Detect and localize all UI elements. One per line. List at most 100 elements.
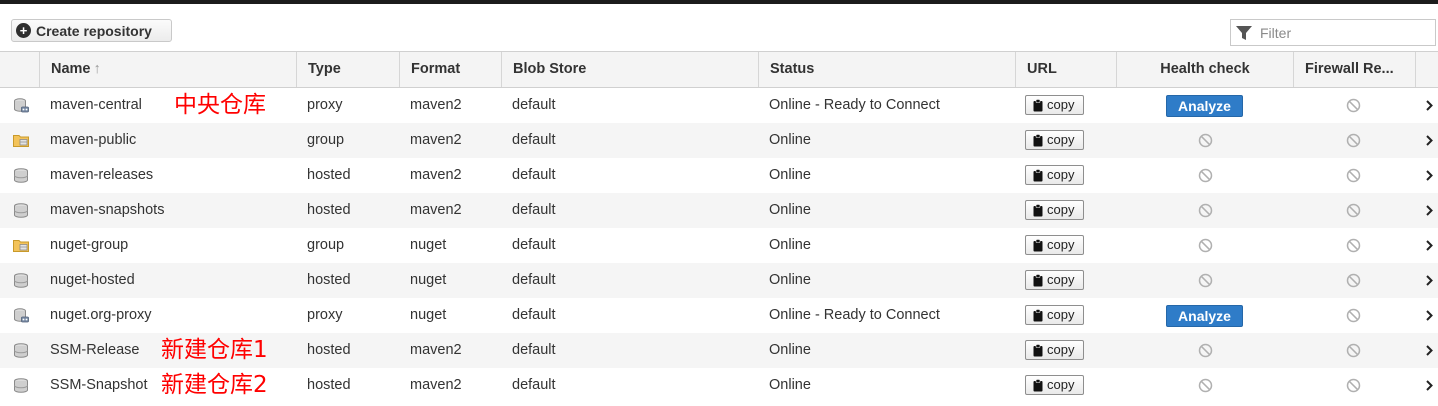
clipboard-icon	[1033, 378, 1047, 392]
header-url[interactable]: URL	[1015, 52, 1116, 87]
analyze-button[interactable]: Analyze	[1166, 95, 1243, 117]
table-row[interactable]: maven-releases hosted maven2 default Online c…	[0, 158, 1438, 193]
header-firewall[interactable]: Firewall Re...	[1293, 52, 1415, 87]
clipboard-icon	[1033, 98, 1047, 112]
chevron-right-icon[interactable]	[1424, 379, 1434, 392]
repo-status: Online	[769, 377, 811, 393]
table-row[interactable]: maven-central 中央仓库 proxy maven2 default Onlin…	[0, 88, 1438, 123]
repository-grid: Name ↑ Type Format Blob Store Status URL …	[0, 51, 1438, 403]
repo-type: proxy	[307, 307, 343, 323]
firewall-disabled-icon	[1346, 343, 1361, 358]
grid-body: maven-central 中央仓库 proxy maven2 default Onlin…	[0, 88, 1438, 403]
header-health-check[interactable]: Health check	[1116, 52, 1293, 87]
repo-blob-store: default	[512, 377, 556, 393]
copy-label: copy	[1047, 132, 1075, 147]
repo-format: nuget	[410, 307, 447, 323]
repo-blob-store: default	[512, 97, 556, 113]
repo-name: maven-central	[50, 97, 142, 113]
hosted-repo-icon	[13, 273, 29, 288]
group-repo-icon	[13, 133, 29, 148]
annotation-label: 新建仓库1	[161, 337, 268, 363]
repo-format: maven2	[410, 132, 462, 148]
repo-type: group	[307, 237, 345, 253]
firewall-disabled-icon	[1346, 203, 1361, 218]
create-repository-button[interactable]: + Create repository	[11, 19, 172, 42]
toolbar: + Create repository	[0, 4, 1438, 51]
copy-label: copy	[1047, 237, 1075, 252]
sort-ascending-icon: ↑	[93, 61, 101, 77]
clipboard-icon	[1033, 238, 1047, 252]
repo-status: Online	[769, 237, 811, 253]
table-row[interactable]: nuget.org-proxy proxy nuget default Online -…	[0, 298, 1438, 333]
plus-icon: +	[16, 23, 31, 38]
repo-status: Online	[769, 202, 811, 218]
copy-label: copy	[1047, 97, 1075, 112]
copy-url-button[interactable]: copy	[1025, 200, 1084, 220]
chevron-right-icon[interactable]	[1424, 169, 1434, 182]
header-name[interactable]: Name ↑	[39, 52, 296, 87]
repo-name: maven-releases	[50, 167, 154, 183]
copy-label: copy	[1047, 307, 1075, 322]
repo-status: Online	[769, 272, 811, 288]
chevron-right-icon[interactable]	[1424, 204, 1434, 217]
health-disabled-icon	[1198, 378, 1213, 393]
filter-box[interactable]	[1230, 19, 1436, 46]
header-blob-store[interactable]: Blob Store	[501, 52, 758, 87]
repo-format: maven2	[410, 377, 462, 393]
health-disabled-icon	[1198, 273, 1213, 288]
copy-url-button[interactable]: copy	[1025, 130, 1084, 150]
copy-url-button[interactable]: copy	[1025, 375, 1084, 395]
repo-format: nuget	[410, 237, 447, 253]
chevron-right-icon[interactable]	[1424, 309, 1434, 322]
chevron-right-icon[interactable]	[1424, 134, 1434, 147]
chevron-right-icon[interactable]	[1424, 99, 1434, 112]
firewall-disabled-icon	[1346, 168, 1361, 183]
copy-label: copy	[1047, 342, 1075, 357]
header-type[interactable]: Type	[296, 52, 399, 87]
copy-url-button[interactable]: copy	[1025, 305, 1084, 325]
repo-format: maven2	[410, 167, 462, 183]
table-row[interactable]: maven-snapshots hosted maven2 default Online…	[0, 193, 1438, 228]
clipboard-icon	[1033, 168, 1047, 182]
health-disabled-icon	[1198, 343, 1213, 358]
copy-url-button[interactable]: copy	[1025, 270, 1084, 290]
repo-status: Online	[769, 342, 811, 358]
repo-status: Online	[769, 167, 811, 183]
repo-type: proxy	[307, 97, 343, 113]
analyze-button[interactable]: Analyze	[1166, 305, 1243, 327]
chevron-right-icon[interactable]	[1424, 344, 1434, 357]
hosted-repo-icon	[13, 378, 29, 393]
repo-name: nuget.org-proxy	[50, 307, 152, 323]
repo-type: hosted	[307, 272, 351, 288]
copy-url-button[interactable]: copy	[1025, 340, 1084, 360]
proxy-repo-icon	[13, 98, 29, 113]
table-row[interactable]: maven-public group maven2 default Online copy	[0, 123, 1438, 158]
copy-url-button[interactable]: copy	[1025, 95, 1084, 115]
header-icon-column	[0, 52, 39, 87]
copy-label: copy	[1047, 202, 1075, 217]
table-row[interactable]: nuget-hosted hosted nuget default Online copy	[0, 263, 1438, 298]
copy-url-button[interactable]: copy	[1025, 235, 1084, 255]
repo-name: maven-snapshots	[50, 202, 165, 218]
header-status[interactable]: Status	[758, 52, 1015, 87]
annotation-label: 中央仓库	[174, 92, 266, 118]
filter-input[interactable]	[1258, 23, 1432, 42]
repo-name: nuget-group	[50, 237, 129, 253]
group-repo-icon	[13, 238, 29, 253]
header-format[interactable]: Format	[399, 52, 501, 87]
table-row[interactable]: SSM-Release 新建仓库1 hosted maven2 default Onlin…	[0, 333, 1438, 368]
header-name-label: Name	[51, 61, 91, 77]
repo-blob-store: default	[512, 237, 556, 253]
table-row[interactable]: SSM-Snapshot 新建仓库2 hosted maven2 default Onli…	[0, 368, 1438, 403]
grid-header: Name ↑ Type Format Blob Store Status URL …	[0, 51, 1438, 88]
copy-label: copy	[1047, 272, 1075, 287]
chevron-right-icon[interactable]	[1424, 239, 1434, 252]
firewall-disabled-icon	[1346, 133, 1361, 148]
repo-status: Online	[769, 132, 811, 148]
copy-url-button[interactable]: copy	[1025, 165, 1084, 185]
chevron-right-icon[interactable]	[1424, 274, 1434, 287]
copy-label: copy	[1047, 167, 1075, 182]
table-row[interactable]: nuget-group group nuget default Online copy	[0, 228, 1438, 263]
repo-blob-store: default	[512, 202, 556, 218]
clipboard-icon	[1033, 343, 1047, 357]
